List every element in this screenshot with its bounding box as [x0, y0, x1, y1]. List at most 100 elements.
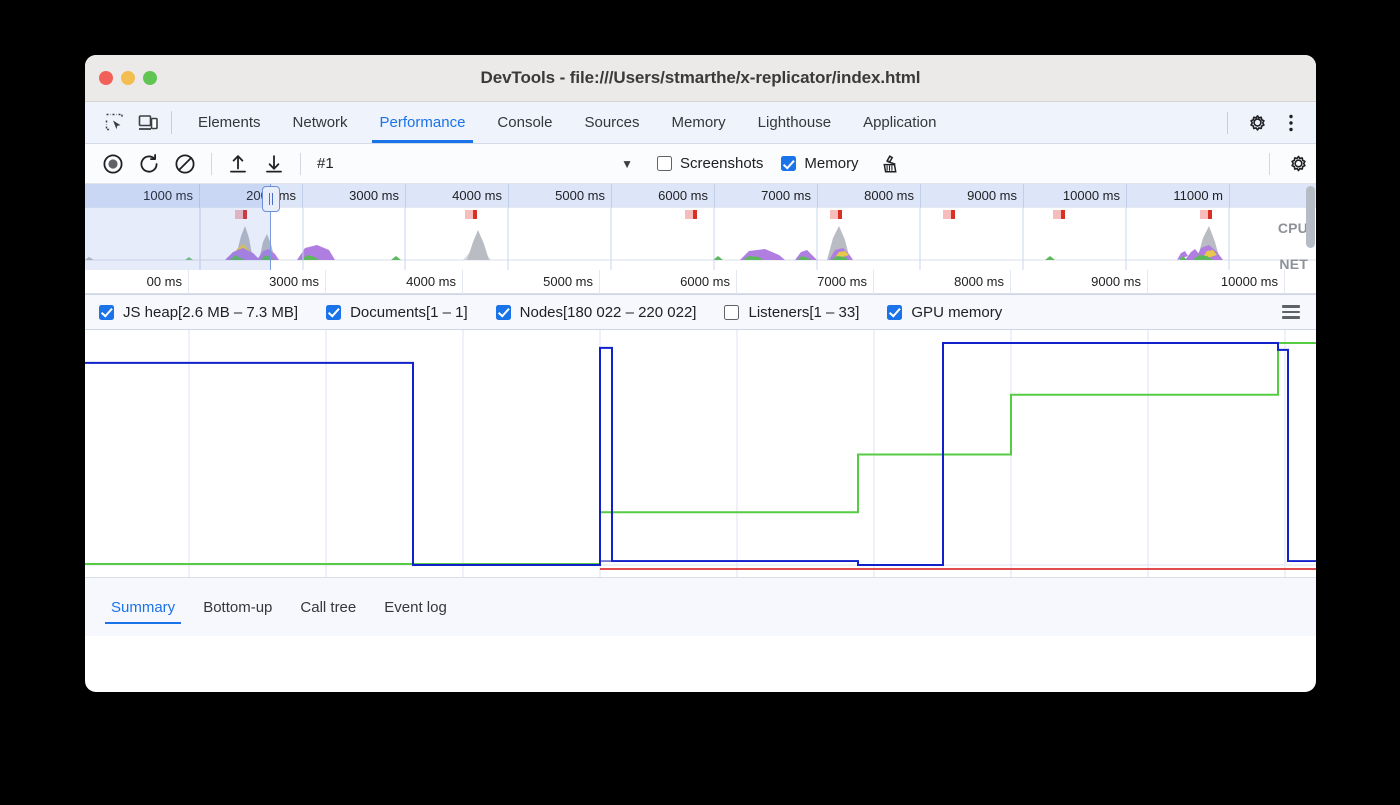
tab-label: Performance	[380, 114, 466, 131]
legend-item-js-heap[interactable]: JS heap[2.6 MB – 7.3 MB]	[85, 295, 312, 329]
legend-label: Nodes[180 022 – 220 022]	[520, 304, 697, 321]
perf-toolbar-right	[1261, 149, 1316, 179]
chart-tick: 8000 ms	[874, 270, 1011, 294]
legend-item-gpu-memory[interactable]: GPU memory	[873, 295, 1016, 329]
checkbox-box	[887, 305, 902, 320]
tab-label: Application	[863, 114, 936, 131]
chart-tick: 9000 ms	[1011, 270, 1148, 294]
tab-elements[interactable]: Elements	[182, 102, 277, 143]
long-task-markers	[235, 210, 1212, 219]
settings-gear-icon[interactable]	[1240, 112, 1274, 133]
chevron-down-icon: ▼	[621, 157, 633, 171]
overview-tick: 3000 ms	[303, 184, 406, 208]
drawer-tab-call-tree[interactable]: Call tree	[286, 578, 370, 636]
device-toolbar-icon[interactable]	[131, 102, 165, 143]
drawer-tabbar: Summary Bottom-up Call tree Event log	[85, 578, 1316, 636]
window-resize-handle[interactable]	[262, 186, 280, 212]
overview-tick: 11000 m	[1127, 184, 1230, 208]
tabbar-right-actions	[1223, 102, 1316, 143]
tab-label: Lighthouse	[758, 114, 831, 131]
overview-tick: 6000 ms	[612, 184, 715, 208]
devtools-tabbar: Elements Network Performance Console Sou…	[85, 102, 1316, 144]
tab-label: Elements	[198, 114, 261, 131]
drawer-tab-event-log[interactable]: Event log	[370, 578, 461, 636]
window-titlebar: DevTools - file:///Users/stmarthe/x-repl…	[85, 55, 1316, 102]
chart-tick: 10000 ms	[1148, 270, 1285, 294]
overview-vertical-scrollbar[interactable]	[1306, 186, 1315, 248]
reload-and-record-button[interactable]	[131, 149, 167, 179]
tab-memory[interactable]: Memory	[656, 102, 742, 143]
memory-counters-chart[interactable]	[85, 330, 1316, 578]
devtools-window: DevTools - file:///Users/stmarthe/x-repl…	[85, 55, 1316, 692]
legend-label: Listeners[1 – 33]	[748, 304, 859, 321]
overview-tick: 8000 ms	[818, 184, 921, 208]
window-title: DevTools - file:///Users/stmarthe/x-repl…	[85, 68, 1316, 88]
minimize-window-button[interactable]	[121, 71, 135, 85]
clear-button[interactable]	[167, 149, 203, 179]
toolbar-divider-2	[300, 153, 301, 175]
capture-settings-gear-icon[interactable]	[1280, 149, 1316, 179]
series-js-heap	[85, 343, 1316, 565]
legend-item-listeners[interactable]: Listeners[1 – 33]	[710, 295, 873, 329]
tab-network[interactable]: Network	[277, 102, 364, 143]
screenshots-checkbox[interactable]: Screenshots	[657, 155, 763, 172]
legend-menu-icon[interactable]	[1266, 305, 1316, 319]
drawer-tab-label: Summary	[111, 599, 175, 616]
traffic-lights	[99, 71, 157, 85]
tab-sources[interactable]: Sources	[568, 102, 655, 143]
tab-label: Memory	[672, 114, 726, 131]
load-profile-button[interactable]	[220, 149, 256, 179]
checkbox-box	[326, 305, 341, 320]
drawer-tab-bottom-up[interactable]: Bottom-up	[189, 578, 286, 636]
chart-tick: 5000 ms	[463, 270, 600, 294]
more-options-icon[interactable]	[1274, 113, 1308, 133]
legend-label: Documents[1 – 1]	[350, 304, 468, 321]
drawer-tab-label: Event log	[384, 599, 447, 616]
chart-tick: 00 ms	[85, 270, 189, 294]
chart-tick: 11000 ms	[1285, 270, 1316, 294]
legend-label: JS heap[2.6 MB – 7.3 MB]	[123, 304, 298, 321]
checkbox-box	[724, 305, 739, 320]
chart-tick: 3000 ms	[189, 270, 326, 294]
memory-label: Memory	[804, 155, 858, 172]
legend-label: GPU memory	[911, 304, 1002, 321]
legend-item-nodes[interactable]: Nodes[180 022 – 220 022]	[482, 295, 711, 329]
tab-application[interactable]: Application	[847, 102, 952, 143]
chart-tick: 7000 ms	[737, 270, 874, 294]
tab-performance[interactable]: Performance	[364, 102, 482, 143]
chart-tick: 6000 ms	[600, 270, 737, 294]
legend-spacer	[1016, 295, 1266, 329]
overview-tick: 4000 ms	[406, 184, 509, 208]
timeline-overview[interactable]: 1000 ms2000 ms3000 ms4000 ms5000 ms6000 …	[85, 184, 1316, 294]
record-button[interactable]	[95, 149, 131, 179]
overview-tick: 5000 ms	[509, 184, 612, 208]
tabbar-right-divider	[1227, 112, 1228, 134]
drawer-tab-summary[interactable]: Summary	[97, 578, 189, 636]
checkbox-box	[496, 305, 511, 320]
legend-item-documents[interactable]: Documents[1 – 1]	[312, 295, 482, 329]
toolbar-divider-3	[1269, 153, 1270, 175]
collect-garbage-icon[interactable]	[873, 149, 909, 179]
close-window-button[interactable]	[99, 71, 113, 85]
checkbox-box	[657, 156, 672, 171]
tab-lighthouse[interactable]: Lighthouse	[742, 102, 847, 143]
maximize-window-button[interactable]	[143, 71, 157, 85]
overview-tick: 10000 ms	[1024, 184, 1127, 208]
screenshots-label: Screenshots	[680, 155, 763, 172]
series-nodes	[85, 343, 1316, 564]
chart-tick: 4000 ms	[326, 270, 463, 294]
profile-select[interactable]: #1 ▼	[309, 151, 639, 177]
drawer-tab-label: Call tree	[300, 599, 356, 616]
overview-tick: 7000 ms	[715, 184, 818, 208]
profile-select-value: #1	[317, 155, 334, 172]
inspect-element-icon[interactable]	[97, 102, 131, 143]
save-profile-button[interactable]	[256, 149, 292, 179]
memory-checkbox[interactable]: Memory	[781, 155, 858, 172]
chart-gridlines	[85, 330, 1316, 577]
overview-ruler-bottom: 00 ms3000 ms4000 ms5000 ms6000 ms7000 ms…	[85, 270, 1316, 294]
tab-console[interactable]: Console	[481, 102, 568, 143]
tabbar-divider	[171, 111, 172, 134]
toolbar-divider-1	[211, 153, 212, 175]
performance-toolbar: #1 ▼ Screenshots Memory	[85, 144, 1316, 184]
drawer-tab-label: Bottom-up	[203, 599, 272, 616]
